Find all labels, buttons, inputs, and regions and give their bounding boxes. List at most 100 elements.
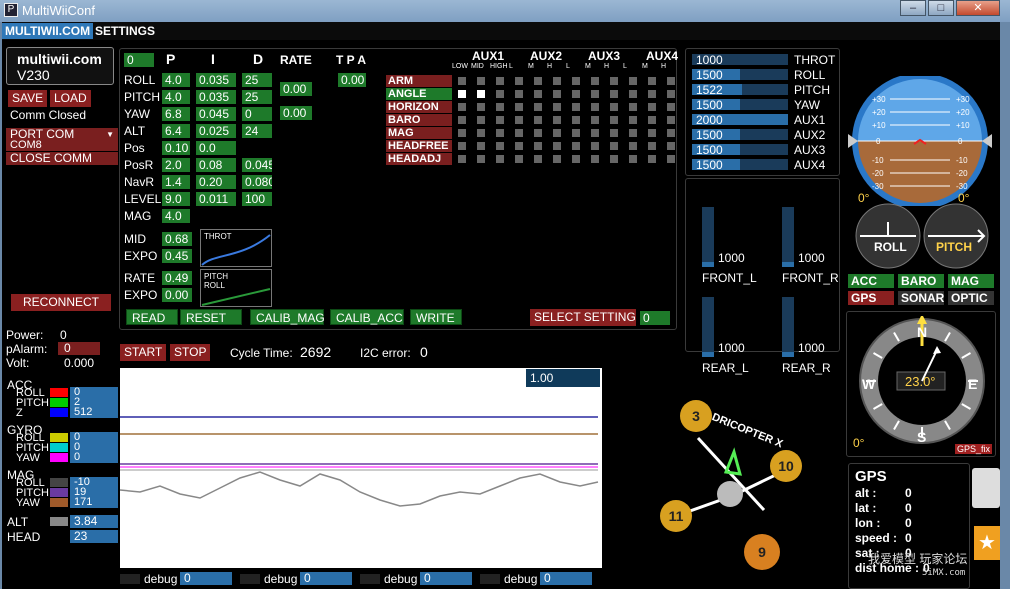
pid-i-field[interactable]: 0.08 bbox=[196, 158, 236, 172]
aux-checkbox[interactable] bbox=[553, 129, 561, 137]
aux-checkbox[interactable] bbox=[534, 155, 542, 163]
user-avatar-icon[interactable] bbox=[972, 468, 1000, 508]
pid-d-field[interactable]: 0 bbox=[242, 107, 272, 121]
aux-checkbox[interactable] bbox=[477, 77, 485, 85]
aux-checkbox[interactable] bbox=[496, 77, 504, 85]
window-titlebar[interactable]: P MultiWiiConf – □ ✕ bbox=[0, 0, 1010, 22]
pid-d-field[interactable]: 0.080 bbox=[242, 175, 272, 189]
aux-checkbox[interactable] bbox=[572, 142, 580, 150]
aux-checkbox[interactable] bbox=[458, 155, 466, 163]
pid-i-field[interactable]: 0.0 bbox=[196, 141, 236, 155]
stop-button[interactable]: STOP bbox=[170, 344, 211, 361]
aux-checkbox[interactable] bbox=[496, 103, 504, 111]
setting-value[interactable]: 0 bbox=[640, 311, 670, 325]
aux-checkbox[interactable] bbox=[591, 155, 599, 163]
maximize-button[interactable]: □ bbox=[928, 0, 954, 16]
aux-checkbox[interactable] bbox=[629, 103, 637, 111]
reconnect-button[interactable]: RECONNECT bbox=[11, 294, 111, 311]
pid-i-field[interactable]: 0.035 bbox=[196, 90, 236, 104]
load-button[interactable]: LOAD bbox=[50, 90, 91, 107]
palarm-input[interactable]: 0 bbox=[58, 342, 100, 355]
aux-checkbox[interactable] bbox=[477, 155, 485, 163]
aux-checkbox[interactable] bbox=[610, 155, 618, 163]
reset-button[interactable]: RESET bbox=[180, 309, 242, 325]
expo-value[interactable]: 0.45 bbox=[162, 249, 192, 263]
aux-checkbox[interactable] bbox=[648, 77, 656, 85]
aux-checkbox[interactable] bbox=[572, 103, 580, 111]
aux-checkbox[interactable] bbox=[667, 103, 675, 111]
aux-checkbox[interactable] bbox=[629, 77, 637, 85]
menu-settings[interactable]: SETTINGS bbox=[92, 23, 158, 39]
aux-checkbox[interactable] bbox=[610, 142, 618, 150]
rate-value[interactable]: 0.49 bbox=[162, 271, 192, 285]
aux-checkbox[interactable] bbox=[458, 77, 466, 85]
aux-checkbox[interactable] bbox=[458, 142, 466, 150]
aux-checkbox[interactable] bbox=[572, 155, 580, 163]
pid-d-field[interactable]: 24 bbox=[242, 124, 272, 138]
pid-p-field[interactable]: 0.10 bbox=[162, 141, 190, 155]
aux-checkbox[interactable] bbox=[648, 155, 656, 163]
aux-checkbox[interactable] bbox=[648, 90, 656, 98]
write-button[interactable]: WRITE bbox=[410, 309, 462, 325]
aux-checkbox[interactable] bbox=[534, 116, 542, 124]
aux-checkbox[interactable] bbox=[553, 142, 561, 150]
pid-p-field[interactable]: 6.8 bbox=[162, 107, 190, 121]
aux-checkbox[interactable] bbox=[667, 142, 675, 150]
aux-checkbox[interactable] bbox=[534, 129, 542, 137]
pid-i-field[interactable]: 0.045 bbox=[196, 107, 236, 121]
aux-checkbox[interactable] bbox=[591, 142, 599, 150]
aux-checkbox[interactable] bbox=[629, 129, 637, 137]
aux-checkbox[interactable] bbox=[515, 90, 523, 98]
aux-checkbox[interactable] bbox=[496, 142, 504, 150]
pid-d-field[interactable]: 25 bbox=[242, 73, 272, 87]
pid-p-field[interactable]: 4.0 bbox=[162, 73, 190, 87]
pid-i-field[interactable]: 0.20 bbox=[196, 175, 236, 189]
aux-checkbox[interactable] bbox=[572, 90, 580, 98]
close-button[interactable]: ✕ bbox=[956, 0, 1000, 16]
mid-value[interactable]: 0.68 bbox=[162, 232, 192, 246]
expo2-value[interactable]: 0.00 bbox=[162, 288, 192, 302]
pid-p-field[interactable]: 1.4 bbox=[162, 175, 190, 189]
aux-checkbox[interactable] bbox=[591, 103, 599, 111]
aux-checkbox[interactable] bbox=[667, 129, 675, 137]
aux-checkbox[interactable] bbox=[591, 90, 599, 98]
aux-checkbox[interactable] bbox=[534, 103, 542, 111]
aux-checkbox[interactable] bbox=[572, 129, 580, 137]
aux-checkbox[interactable] bbox=[515, 129, 523, 137]
save-button[interactable]: SAVE bbox=[8, 90, 48, 107]
aux-checkbox[interactable] bbox=[629, 142, 637, 150]
pid-d-field[interactable]: 0.045 bbox=[242, 158, 272, 172]
aux-checkbox[interactable] bbox=[610, 116, 618, 124]
pid-profile-number[interactable]: 0 bbox=[124, 53, 154, 67]
com8-option[interactable]: COM8 bbox=[6, 139, 118, 151]
aux-checkbox[interactable] bbox=[648, 116, 656, 124]
aux-checkbox[interactable] bbox=[572, 116, 580, 124]
pid-i-field[interactable]: 0.011 bbox=[196, 192, 236, 206]
aux-checkbox[interactable] bbox=[629, 116, 637, 124]
aux-checkbox[interactable] bbox=[667, 155, 675, 163]
aux-checkbox[interactable] bbox=[515, 77, 523, 85]
aux-checkbox[interactable] bbox=[477, 129, 485, 137]
pid-i-field[interactable]: 0.035 bbox=[196, 73, 236, 87]
pid-d-field[interactable]: 25 bbox=[242, 90, 272, 104]
minimize-button[interactable]: – bbox=[900, 0, 926, 16]
aux-checkbox[interactable] bbox=[553, 155, 561, 163]
star-icon[interactable]: ★ bbox=[974, 526, 1000, 560]
pid-p-field[interactable]: 4.0 bbox=[162, 90, 190, 104]
read-button[interactable]: READ bbox=[126, 309, 178, 325]
aux-checkbox[interactable] bbox=[629, 155, 637, 163]
aux-checkbox[interactable] bbox=[458, 116, 466, 124]
sensor-graph[interactable]: 1.00 bbox=[119, 368, 602, 568]
aux-checkbox[interactable] bbox=[515, 142, 523, 150]
aux-checkbox[interactable] bbox=[534, 77, 542, 85]
aux-checkbox[interactable] bbox=[648, 129, 656, 137]
aux-checkbox[interactable] bbox=[591, 129, 599, 137]
graph-scale-value[interactable]: 1.00 bbox=[526, 369, 600, 387]
aux-checkbox[interactable] bbox=[534, 90, 542, 98]
aux-checkbox[interactable] bbox=[610, 77, 618, 85]
start-button[interactable]: START bbox=[120, 344, 167, 361]
select-setting-button[interactable]: SELECT SETTING bbox=[530, 309, 636, 326]
pid-i-field[interactable]: 0.025 bbox=[196, 124, 236, 138]
aux-checkbox[interactable] bbox=[477, 142, 485, 150]
rate-yaw[interactable]: 0.00 bbox=[280, 106, 312, 120]
